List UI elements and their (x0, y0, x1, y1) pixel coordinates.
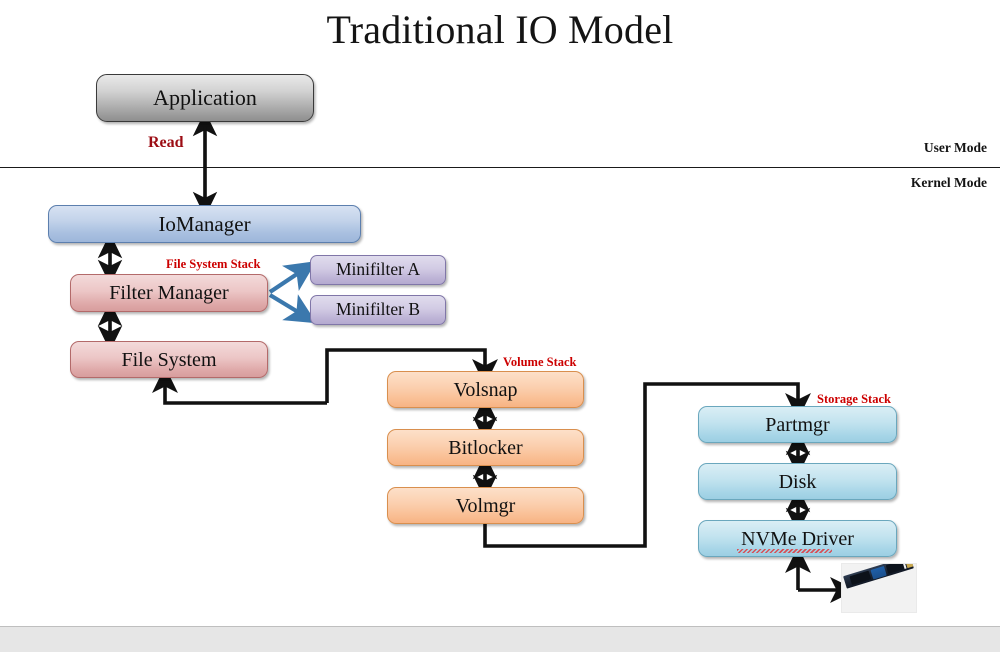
node-iomanager[interactable]: IoManager (48, 205, 361, 243)
ssd-brand-label (870, 565, 887, 580)
ssd-chip-left (849, 570, 872, 586)
spellcheck-squiggle-underline (737, 549, 832, 553)
node-partmgr-label: Partmgr (765, 413, 830, 436)
node-bitlocker-label: Bitlocker (448, 436, 523, 459)
node-iomanager-label: IoManager (158, 211, 251, 236)
node-minifilter-b[interactable]: Minifilter B (310, 295, 446, 325)
node-minifilter-b-label: Minifilter B (335, 299, 421, 320)
node-application-label: Application (153, 85, 257, 110)
volume-stack-caption: Volume Stack (503, 355, 577, 369)
wire-filtermanager-to-minifilter-a (268, 261, 317, 294)
node-nvme-driver-label: NVMe Driver (741, 527, 854, 550)
node-filter-manager-label: Filter Manager (109, 282, 229, 304)
slide-bottom-band (0, 626, 1000, 652)
file-system-stack-caption: File System Stack (166, 257, 261, 271)
kernel-mode-label: Kernel Mode (910, 175, 987, 190)
node-minifilter-a-label: Minifilter A (335, 259, 421, 280)
node-partmgr[interactable]: Partmgr (698, 406, 897, 443)
node-disk[interactable]: Disk (698, 463, 897, 500)
wire-volsnap-to-filesystem (152, 366, 327, 405)
node-application[interactable]: Application (96, 74, 314, 122)
slide-canvas: Traditional IO Model User Mode Kernel Mo… (0, 0, 1000, 652)
node-volsnap[interactable]: Volsnap (387, 371, 584, 408)
node-file-system-label: File System (121, 348, 217, 371)
node-filter-manager[interactable]: Filter Manager (70, 274, 268, 312)
node-disk-label: Disk (778, 470, 817, 493)
user-kernel-divider-line (0, 167, 1000, 168)
node-volsnap-label: Volsnap (453, 378, 518, 401)
wire-filtermanager-to-minifilter-b (268, 293, 317, 324)
node-volmgr-label: Volmgr (455, 494, 516, 517)
node-minifilter-a[interactable]: Minifilter A (310, 255, 446, 285)
node-file-system[interactable]: File System (70, 341, 268, 378)
nvme-ssd-image (841, 563, 917, 613)
user-mode-label: User Mode (923, 140, 987, 155)
storage-stack-caption: Storage Stack (817, 392, 891, 406)
node-bitlocker[interactable]: Bitlocker (387, 429, 584, 466)
node-volmgr[interactable]: Volmgr (387, 487, 584, 524)
ssd-chip-right (885, 564, 905, 574)
ssd-board (843, 564, 914, 589)
page-title: Traditional IO Model (326, 7, 674, 52)
read-operation-label: Read (148, 134, 184, 151)
